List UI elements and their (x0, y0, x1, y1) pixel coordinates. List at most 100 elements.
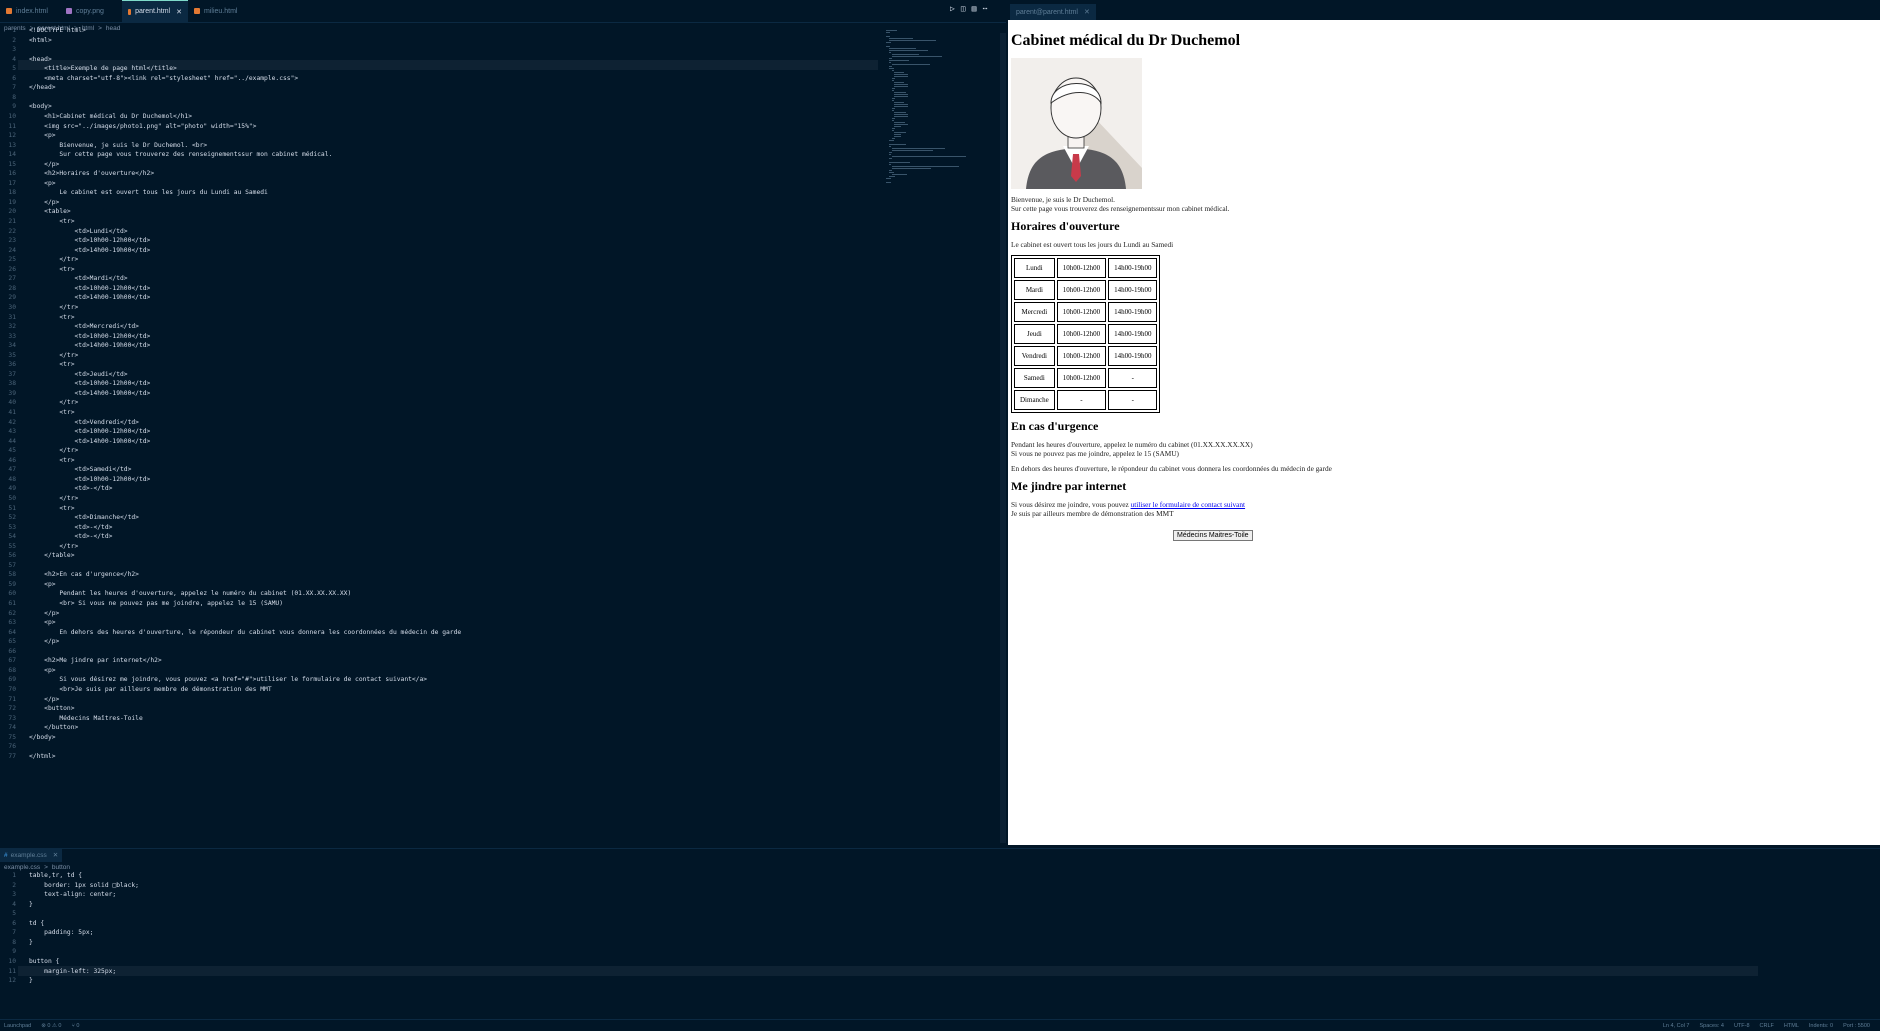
line-number: 25 (8, 256, 16, 264)
line-number: 76 (8, 743, 16, 751)
tab-preview[interactable]: parent@parent.html ✕ (1010, 4, 1096, 20)
minimap-line (891, 56, 942, 57)
line-number: 59 (8, 580, 16, 588)
line-number: 7 (12, 84, 16, 92)
table-cell: 10h00-12h00 (1056, 258, 1107, 278)
line-number: 67 (8, 657, 16, 665)
line-number: 56 (8, 552, 16, 560)
close-icon[interactable]: ✕ (176, 8, 182, 16)
status-encoding[interactable]: UTF-8 (1734, 1023, 1750, 1029)
line-number: 69 (8, 676, 16, 684)
line-number: 48 (8, 475, 16, 483)
code-line: <tr> (29, 504, 75, 512)
html-code-editor[interactable]: 1 <!DOCTYPE html> 2 <html> 3 4 <head> 5 <title>… (0, 26, 1000, 844)
line-number: 3 (12, 891, 16, 899)
minimap-line (894, 106, 909, 107)
split-editor-icon[interactable]: ▥ (972, 4, 977, 18)
minimap-line (886, 178, 891, 179)
status-cursor-position[interactable]: Ln 4, Col 7 (1663, 1023, 1690, 1029)
line-number: 28 (8, 284, 16, 292)
minimap-line (894, 126, 902, 127)
more-actions-icon[interactable]: ⋯ (982, 4, 987, 18)
code-line: </p> (29, 638, 60, 646)
after-hours-paragraph: En dehors des heures d'ouverture, le rép… (1011, 464, 1332, 473)
minimap-line (888, 158, 892, 159)
table-cell: 10h00-12h00 (1056, 302, 1107, 322)
code-line: <td>14h00-19h00</td> (29, 389, 151, 397)
code-line: <p> (29, 666, 56, 674)
tab-parent-html[interactable]: parent.html ✕ (122, 0, 188, 22)
minimap-line (888, 68, 894, 69)
status-indents[interactable]: Indents: 0 (1809, 1023, 1833, 1029)
line-number: 27 (8, 275, 16, 283)
contact-form-link[interactable]: utiliser le formulaire de contact suivan… (1131, 500, 1245, 509)
line-number: 66 (8, 647, 16, 655)
status-problems[interactable]: ⊗ 0 ⚠ 0 (41, 1023, 61, 1029)
status-indentation[interactable]: Spaces: 4 (1699, 1023, 1723, 1029)
page-heading: Cabinet médical du Dr Duchemol (1011, 32, 1241, 49)
minimap-line (888, 52, 891, 53)
line-number: 36 (8, 361, 16, 369)
breadcrumb-item[interactable]: example.css (4, 864, 40, 871)
code-line: <td>10h00-12h00</td> (29, 475, 151, 483)
line-number: 8 (12, 93, 16, 101)
code-line: <td>14h00-19h00</td> (29, 437, 151, 445)
line-number: 30 (8, 303, 16, 311)
code-line: <p> (29, 132, 56, 140)
minimap-line (888, 58, 892, 59)
table-cell: - (1108, 390, 1158, 410)
line-number: 40 (8, 399, 16, 407)
status-live-server-port[interactable]: Port : 5500 (1843, 1023, 1870, 1029)
breadcrumb-item[interactable]: button (52, 864, 70, 871)
code-line: <body> (29, 103, 52, 111)
minimap-line (886, 46, 891, 47)
status-launchpad[interactable]: Launchpad (4, 1023, 31, 1029)
css-file-icon: # (4, 851, 8, 859)
line-number: 70 (8, 685, 16, 693)
minimap-line (894, 82, 905, 83)
css-code-editor[interactable]: 1 table,tr, td {2 border: 1px solid □blac… (0, 871, 1860, 1021)
table-cell: Mardi (1014, 280, 1055, 300)
mmt-button[interactable]: Médecins Maitres-Toile (1173, 530, 1253, 541)
minimap-line (891, 54, 919, 55)
tab-example-css[interactable]: # example.css ✕ (0, 848, 63, 862)
status-eol[interactable]: CRLF (1760, 1023, 1774, 1029)
code-line: </button> (29, 724, 79, 732)
code-line: <td>Samedi</td> (29, 466, 132, 474)
line-number: 31 (8, 313, 16, 321)
close-icon[interactable]: ✕ (53, 851, 58, 859)
code-line: Si vous désirez me joindre, vous pouvez … (29, 676, 428, 684)
run-icon[interactable]: ▷ (950, 4, 955, 18)
line-number: 8 (12, 938, 16, 946)
line-number: 44 (8, 437, 16, 445)
urgence-heading: En cas d'urgence (1011, 419, 1099, 433)
line-number: 55 (8, 542, 16, 550)
code-line: </table> (29, 552, 75, 560)
chevron-right-icon: > (44, 863, 48, 871)
minimap[interactable] (886, 30, 996, 190)
tab-milieu-html[interactable]: milieu.html (188, 0, 250, 22)
preview-icon[interactable]: ◫ (961, 4, 966, 18)
line-number: 5 (12, 910, 16, 918)
code-line: <td>10h00-12h00</td> (29, 237, 151, 245)
code-line: <meta charset="utf-8"><link rel="stylesh… (29, 74, 299, 82)
code-line: </p> (29, 695, 60, 703)
status-language[interactable]: HTML (1784, 1023, 1799, 1029)
tab-index-html[interactable]: index.html (0, 0, 60, 22)
intro-paragraph: Bienvenue, je suis le Dr Duchemol. Sur ce… (1011, 195, 1230, 213)
line-number: 57 (8, 561, 16, 569)
code-line: </p> (29, 609, 60, 617)
code-line: <tr> (29, 313, 75, 321)
editor-scrollbar[interactable] (1000, 33, 1006, 843)
tab-copy-png[interactable]: copy.png (60, 0, 122, 22)
code-line: <tr> (29, 361, 75, 369)
table-row: Mardi 10h00-12h00 14h00-19h00 (1014, 280, 1158, 300)
status-bar: Launchpad ⊗ 0 ⚠ 0 ⑂ 0 Ln 4, Col 7 Spaces… (0, 1019, 1880, 1031)
code-line: En dehors des heures d'ouverture, le rép… (29, 628, 462, 636)
hours-table: Lundi 10h00-12h00 14h00-19h00 Mardi 10h00-12… (1011, 255, 1161, 413)
status-ports[interactable]: ⑂ 0 (71, 1023, 79, 1029)
minimap-line (894, 76, 909, 77)
code-line: </tr> (29, 447, 79, 455)
code-line: <td>10h00-12h00</td> (29, 428, 151, 436)
close-icon[interactable]: ✕ (1084, 8, 1090, 16)
